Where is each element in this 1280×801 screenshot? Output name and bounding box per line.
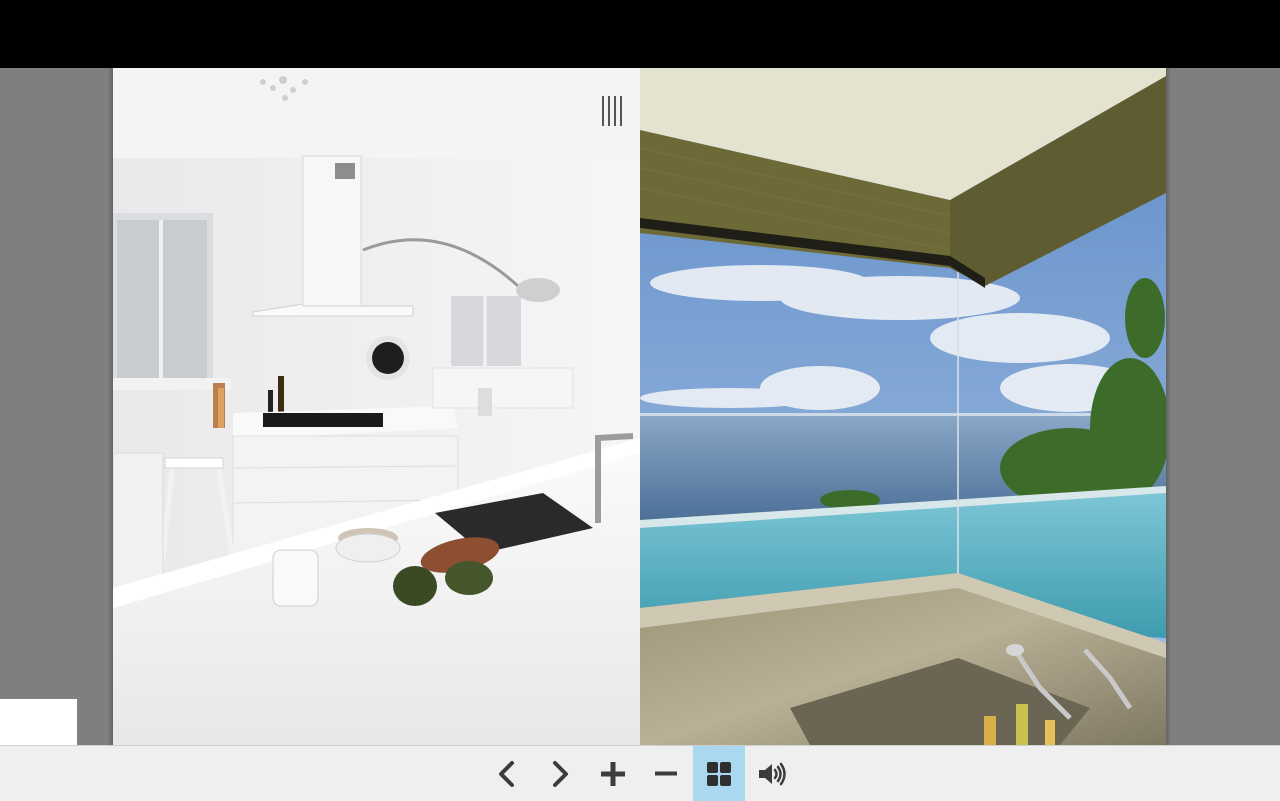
speaker-icon — [759, 762, 786, 785]
thumbnails-grid-button[interactable] — [693, 746, 745, 801]
plus-icon — [601, 761, 625, 786]
left-page-image[interactable] — [113, 68, 640, 745]
top-black-bar — [0, 0, 1280, 68]
minus-icon — [655, 771, 677, 775]
corner-tab[interactable] — [0, 699, 77, 745]
next-page-button[interactable] — [534, 746, 586, 801]
kitchen-photo — [113, 68, 640, 745]
ocean-bathroom-photo — [640, 68, 1166, 745]
chevron-left-icon — [499, 760, 514, 787]
right-page-image[interactable] — [640, 68, 1166, 745]
previous-page-button[interactable] — [481, 746, 533, 801]
sound-button[interactable] — [746, 746, 798, 801]
chevron-right-icon — [553, 760, 568, 787]
zoom-out-button[interactable] — [640, 746, 692, 801]
zoom-in-button[interactable] — [587, 746, 639, 801]
page-shadow-right — [1166, 68, 1171, 745]
grid-icon — [707, 761, 731, 786]
book-viewer[interactable] — [0, 68, 1280, 745]
bottom-toolbar — [0, 745, 1280, 801]
